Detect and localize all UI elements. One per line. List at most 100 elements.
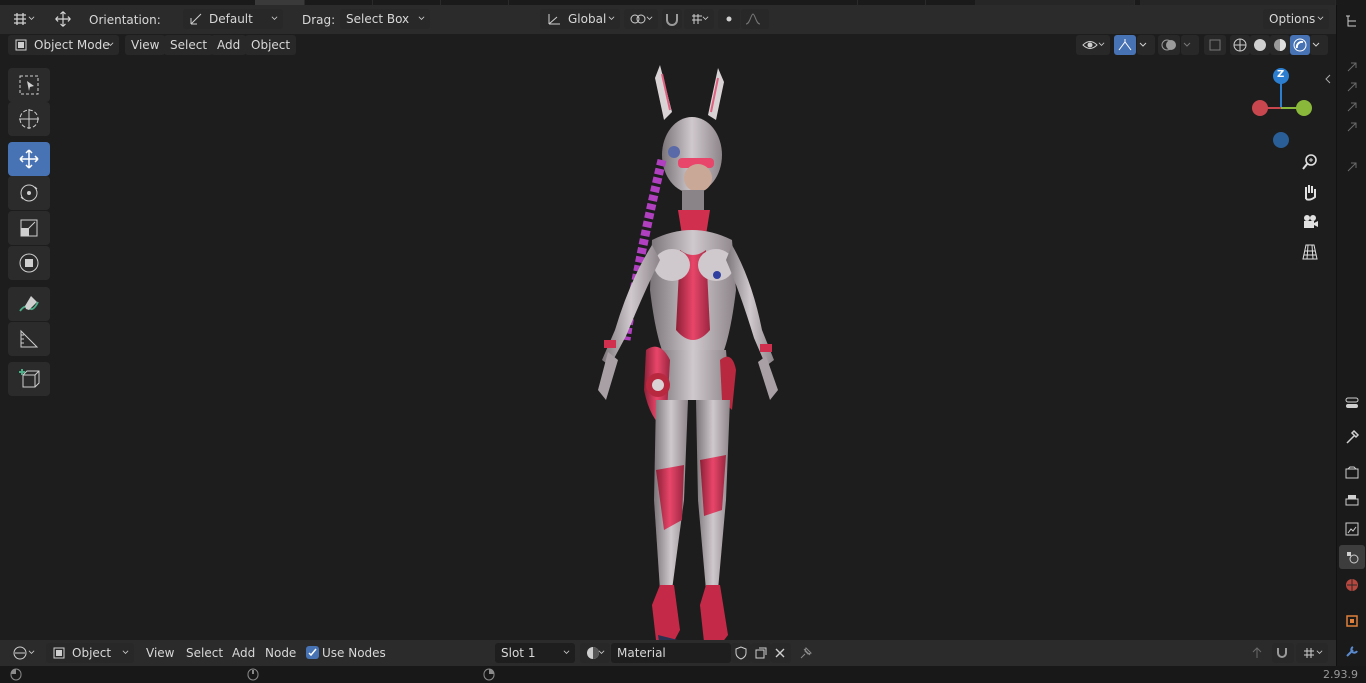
menu-view[interactable]: View: [125, 35, 166, 55]
collection-visibility[interactable]: [1339, 155, 1365, 179]
visibility-dropdown[interactable]: [1076, 35, 1110, 55]
navigation-gizmo[interactable]: Z: [1240, 64, 1320, 154]
object-properties-tab[interactable]: [1339, 609, 1365, 633]
fake-user-button[interactable]: [731, 643, 751, 663]
chevron-down-icon: [646, 16, 653, 20]
options-label: Options: [1269, 12, 1316, 26]
sidebar-toggle-chevron-icon[interactable]: [1324, 74, 1332, 84]
character-model-image: [598, 65, 778, 650]
scale-tool[interactable]: [8, 211, 50, 245]
shading-wireframe[interactable]: [1230, 35, 1250, 55]
eye-icon: [1082, 41, 1098, 49]
shader-type-dropdown[interactable]: Object: [46, 643, 134, 663]
mode-value: Object Mode: [34, 38, 110, 52]
printer-icon: [1345, 495, 1359, 506]
orientation-dropdown[interactable]: Default: [183, 9, 283, 29]
zoom-button[interactable]: [1296, 150, 1324, 174]
move-tool-indicator: [48, 7, 78, 31]
menu-node[interactable]: Node: [259, 643, 302, 663]
move-tool[interactable]: [8, 142, 50, 176]
parent-node-tree-button[interactable]: [1247, 643, 1269, 663]
properties-editor-button[interactable]: [1339, 391, 1365, 415]
grid-snap-icon: [1304, 648, 1314, 658]
chevron-down-icon: [598, 650, 605, 654]
pan-button[interactable]: [1296, 180, 1324, 204]
snap-target-dropdown[interactable]: [684, 9, 714, 29]
tool-properties-tab[interactable]: [1339, 425, 1365, 449]
editor-type-button[interactable]: [6, 643, 40, 663]
menu-select[interactable]: Select: [180, 643, 229, 663]
snap-mode-dropdown[interactable]: [1296, 643, 1328, 663]
chevron-down-icon: [563, 650, 570, 654]
shading-dropdown[interactable]: [1310, 35, 1328, 55]
arrow-icon: [1347, 82, 1357, 92]
mode-dropdown[interactable]: Object Mode: [8, 35, 119, 55]
outliner-button[interactable]: [1339, 9, 1365, 33]
gizmo-z-label: Z: [1277, 69, 1285, 80]
menu-add[interactable]: Add: [211, 35, 247, 55]
shading-rendered[interactable]: [1290, 35, 1310, 55]
overlays-dropdown[interactable]: [1181, 35, 1199, 55]
drag-dropdown[interactable]: Select Box: [340, 9, 430, 29]
pivot-point-dropdown[interactable]: [624, 9, 658, 29]
options-dropdown[interactable]: Options: [1263, 9, 1329, 29]
chevron-down-icon: [1183, 42, 1191, 47]
arrow-up-icon: [1252, 647, 1262, 658]
menu-select[interactable]: Select: [164, 35, 214, 55]
axis-icon: [548, 14, 560, 25]
chevron-down-icon: [1316, 650, 1323, 654]
view-layer-properties-tab[interactable]: [1339, 517, 1365, 541]
perspective-toggle[interactable]: [1296, 240, 1324, 264]
material-name-field[interactable]: Material: [611, 643, 731, 663]
orientation-icon: [190, 13, 202, 25]
annotate-tool[interactable]: [8, 287, 50, 321]
xray-toggle[interactable]: [1204, 35, 1226, 55]
use-nodes-checkbox[interactable]: [306, 646, 319, 659]
modifier-properties-tab[interactable]: [1339, 639, 1365, 663]
menu-add[interactable]: Add: [226, 643, 261, 663]
properties-tab-bar: [1336, 5, 1366, 666]
scene-properties-tab[interactable]: [1339, 545, 1365, 569]
menu-view[interactable]: View: [140, 643, 180, 663]
overlays-toggle[interactable]: [1158, 35, 1180, 55]
output-properties-tab[interactable]: [1339, 489, 1365, 513]
shading-solid[interactable]: [1250, 35, 1270, 55]
tools-icon: [1346, 429, 1360, 444]
gizmo-dropdown[interactable]: [1137, 35, 1155, 55]
snap-toggle[interactable]: [1272, 643, 1294, 663]
3d-viewport[interactable]: Object Mode View Select Add Object: [0, 34, 1336, 650]
cursor-tool[interactable]: [8, 102, 50, 136]
shading-material[interactable]: [1270, 35, 1290, 55]
snap-toggle[interactable]: [662, 9, 682, 29]
unlink-material-button[interactable]: [771, 643, 791, 663]
select-box-tool[interactable]: [8, 68, 50, 102]
slot-dropdown[interactable]: Slot 1: [495, 643, 575, 663]
rotate-tool[interactable]: [8, 176, 50, 210]
chevron-down-icon: [1312, 42, 1320, 47]
duplicate-material-button[interactable]: [751, 643, 771, 663]
proportional-editing-toggle[interactable]: [718, 9, 740, 29]
chevron-down-icon: [28, 16, 35, 20]
use-nodes-label: Use Nodes: [322, 646, 386, 660]
measure-tool[interactable]: [8, 322, 50, 356]
close-icon: [775, 648, 785, 658]
add-cube-tool[interactable]: [8, 362, 50, 396]
camera-view-button[interactable]: [1296, 210, 1324, 234]
transform-tool[interactable]: [8, 246, 50, 280]
falloff-dropdown[interactable]: [741, 9, 769, 29]
transform-space-value: Global: [568, 12, 607, 26]
transform-orientation-dropdown[interactable]: Global: [540, 9, 620, 29]
rotate-icon: [20, 184, 38, 202]
render-properties-tab[interactable]: [1339, 461, 1365, 485]
pin-icon: [800, 647, 812, 659]
material-shading-icon: [1274, 39, 1286, 51]
world-properties-tab[interactable]: [1339, 573, 1365, 597]
editor-type-button[interactable]: [6, 9, 40, 29]
gizmo-toggle[interactable]: [1114, 35, 1136, 55]
mouse-left-icon: [10, 668, 22, 681]
menu-object[interactable]: Object: [245, 35, 297, 55]
browse-material-button[interactable]: [580, 643, 610, 663]
outliner-icon: [1346, 15, 1356, 27]
collection-visibility[interactable]: [1339, 115, 1365, 139]
pin-button[interactable]: [796, 643, 818, 663]
